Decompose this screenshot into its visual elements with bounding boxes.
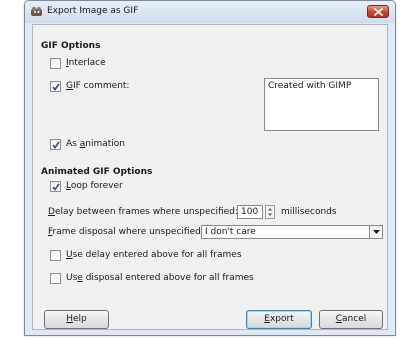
window-title: Export Image as GIF <box>47 6 139 16</box>
use-delay-label: Use delay entered above for all frames <box>66 250 242 260</box>
delay-label: Delay between frames where unspecified: <box>48 207 238 217</box>
loop-forever-label: Loop forever <box>66 181 123 191</box>
as-animation-label: As animation <box>66 139 125 149</box>
export-gif-dialog: Export Image as GIF GIF Options Interlac… <box>24 0 396 336</box>
cancel-button[interactable]: Cancel <box>319 310 383 329</box>
frame-disposal-dropdown-button[interactable] <box>369 226 382 238</box>
gif-comment-label: GIF comment: <box>66 81 130 91</box>
use-disposal-label: Use disposal entered above for all frame… <box>66 273 254 283</box>
frame-disposal-select[interactable]: I don't care <box>201 225 383 239</box>
use-delay-checkbox[interactable] <box>50 250 61 261</box>
title-bar[interactable]: Export Image as GIF <box>25 1 395 23</box>
close-button[interactable] <box>367 5 389 18</box>
interlace-label: Interlace <box>66 58 106 68</box>
delay-spin-input[interactable]: 100 <box>237 205 263 219</box>
delay-unit-label: milliseconds <box>281 207 337 217</box>
export-button[interactable]: Export <box>246 310 312 329</box>
interlace-checkbox[interactable] <box>50 58 61 69</box>
gimp-wilber-icon <box>31 7 42 16</box>
use-disposal-checkbox[interactable] <box>50 273 61 284</box>
chevron-down-icon <box>373 230 380 234</box>
gif-comment-textarea[interactable]: Created with GIMP <box>264 78 379 131</box>
animated-gif-options-heading: Animated GIF Options <box>41 167 153 177</box>
close-icon <box>374 8 383 16</box>
dialog-content: GIF Options Interlace GIF comment: Creat… <box>32 24 388 330</box>
as-animation-checkbox[interactable] <box>50 139 61 150</box>
help-button[interactable]: Help <box>44 310 109 329</box>
spin-arrows-icon[interactable] <box>265 205 275 219</box>
gif-comment-checkbox[interactable] <box>50 81 61 92</box>
disposal-label: Frame disposal where unspecified: <box>48 227 204 237</box>
checkmark-icon <box>52 83 60 91</box>
gif-options-heading: GIF Options <box>41 41 101 51</box>
loop-forever-checkbox[interactable] <box>50 181 61 192</box>
checkmark-icon <box>52 141 60 149</box>
checkmark-icon <box>52 183 60 191</box>
frame-disposal-value: I don't care <box>205 227 256 237</box>
